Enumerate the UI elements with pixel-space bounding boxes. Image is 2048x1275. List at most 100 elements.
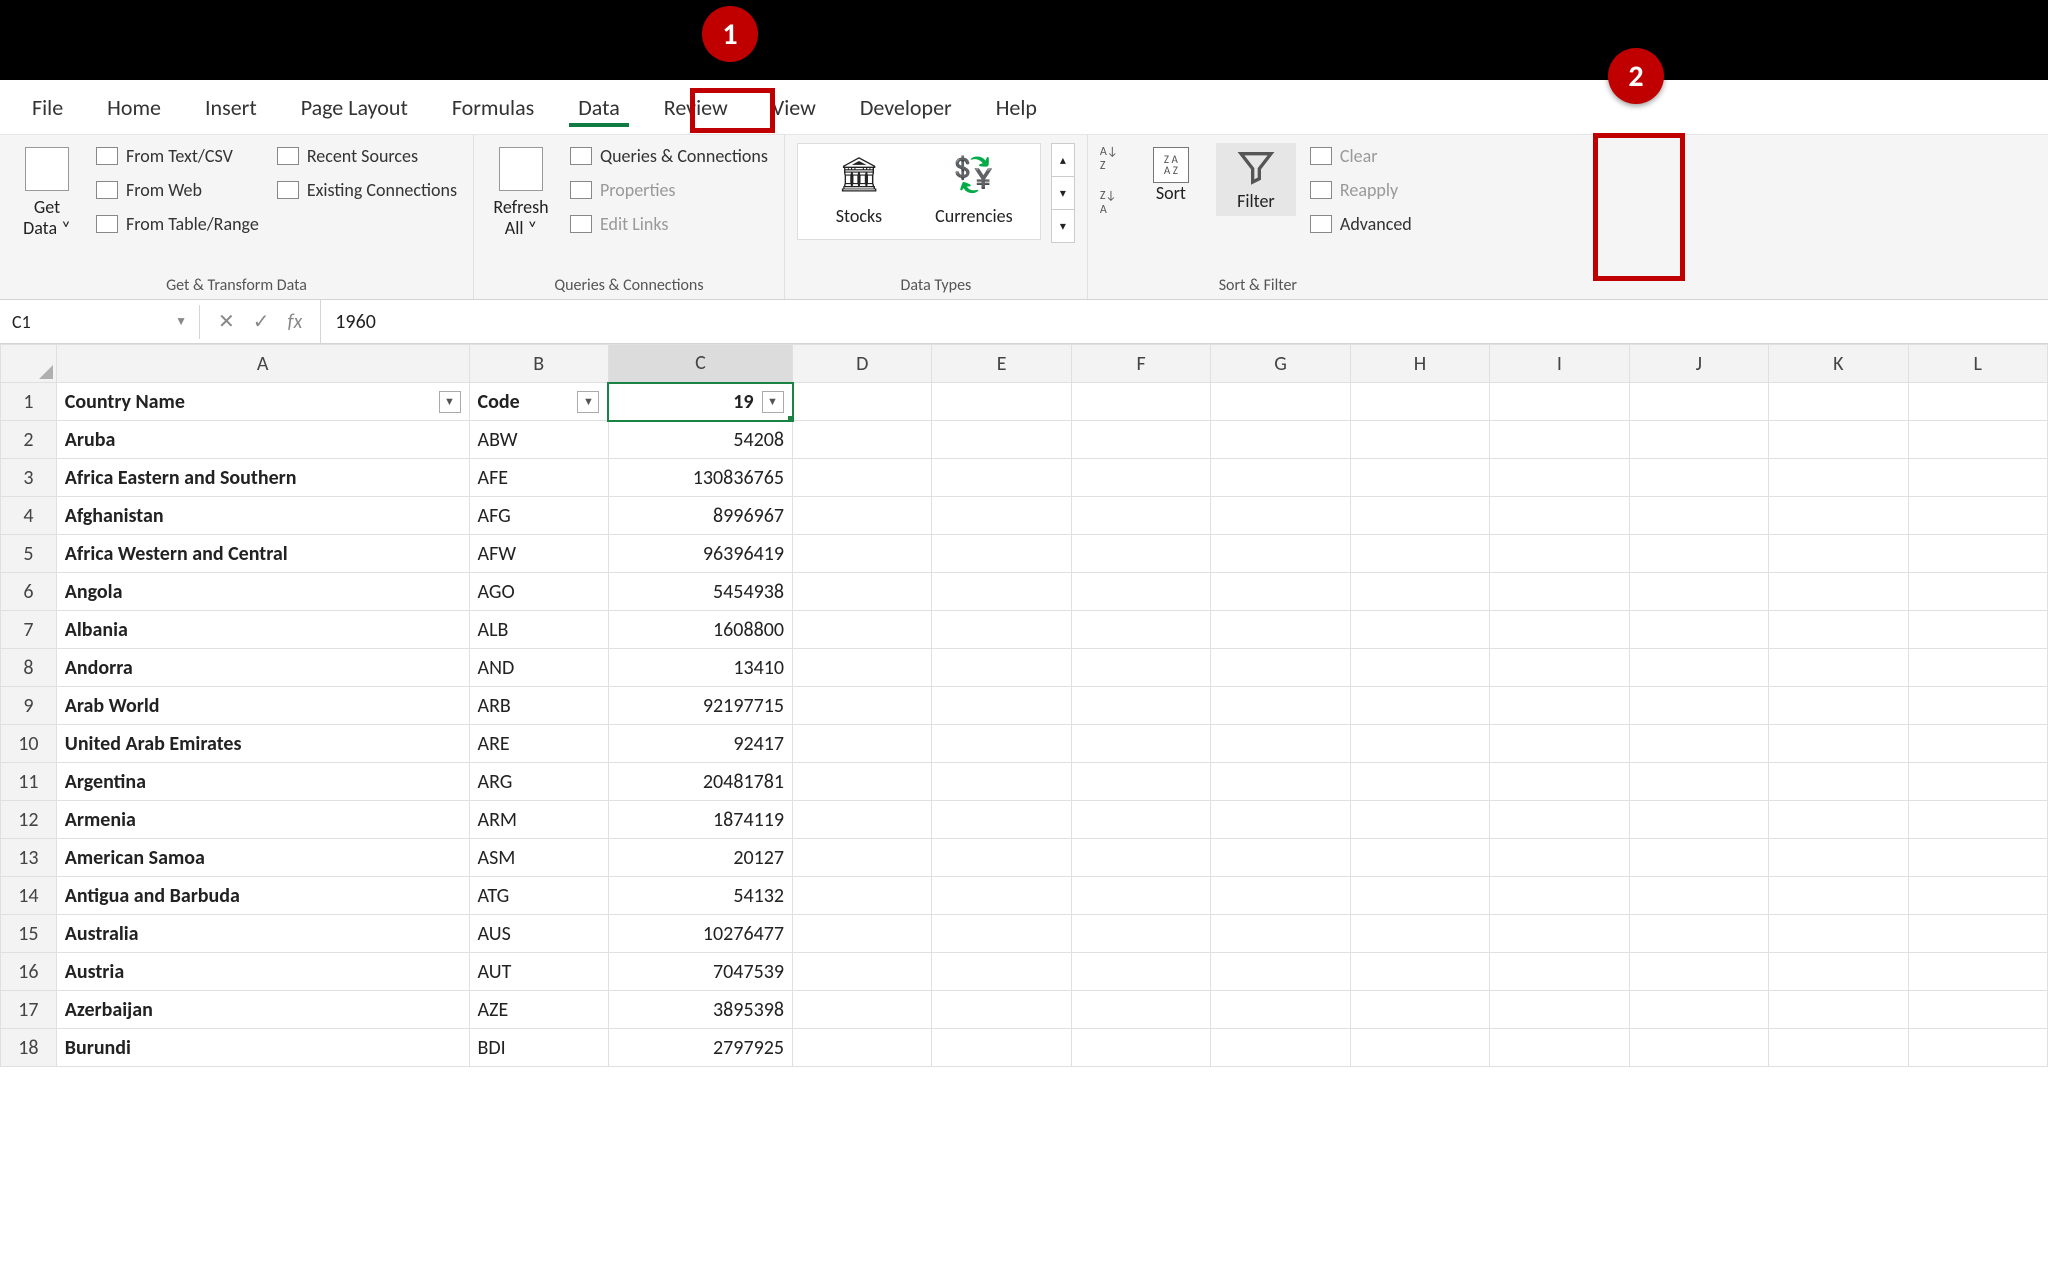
cell[interactable]: 10276477 (608, 915, 792, 953)
cell[interactable] (793, 877, 932, 915)
header-cell-country-name[interactable]: Country Name▼ (56, 383, 469, 421)
cell[interactable] (793, 725, 932, 763)
cell[interactable]: AFG (469, 497, 608, 535)
row-header[interactable]: 13 (1, 839, 57, 877)
cell[interactable] (1350, 725, 1489, 763)
cell[interactable] (932, 687, 1071, 725)
existing-connections-button[interactable]: Existing Connections (273, 177, 461, 203)
more-icon[interactable]: ▾ (1052, 210, 1074, 242)
col-header-L[interactable]: L (1908, 345, 2048, 383)
cell[interactable] (1350, 649, 1489, 687)
cell[interactable]: 5454938 (608, 573, 792, 611)
cell[interactable] (1211, 877, 1350, 915)
cell[interactable] (793, 535, 932, 573)
tab-developer[interactable]: Developer (838, 86, 974, 129)
cell[interactable]: AZE (469, 991, 608, 1029)
cell[interactable] (1071, 915, 1210, 953)
cell[interactable] (1071, 497, 1210, 535)
row-header[interactable]: 12 (1, 801, 57, 839)
cell[interactable] (1350, 1029, 1489, 1067)
cell[interactable]: Antigua and Barbuda (56, 877, 469, 915)
cell[interactable] (1769, 573, 1908, 611)
cell[interactable] (932, 877, 1071, 915)
cell[interactable] (1908, 459, 2048, 497)
row-header[interactable]: 17 (1, 991, 57, 1029)
cell[interactable]: ASM (469, 839, 608, 877)
cell[interactable]: Azerbaijan (56, 991, 469, 1029)
cell[interactable] (1071, 687, 1210, 725)
cell[interactable] (1629, 611, 1768, 649)
enter-formula-button[interactable]: ✓ (253, 309, 270, 334)
cell[interactable]: ALB (469, 611, 608, 649)
cell[interactable] (1071, 459, 1210, 497)
cell[interactable] (1629, 839, 1768, 877)
cell[interactable] (793, 497, 932, 535)
cell[interactable] (1769, 877, 1908, 915)
get-data-button[interactable]: Get Data ˅ (12, 143, 82, 242)
cell[interactable] (1350, 611, 1489, 649)
cell[interactable] (1490, 991, 1629, 1029)
row-header[interactable]: 16 (1, 953, 57, 991)
cell[interactable] (1629, 725, 1768, 763)
cell[interactable] (1769, 421, 1908, 459)
cell[interactable] (793, 763, 932, 801)
cell[interactable] (1769, 383, 1908, 421)
row-header[interactable]: 15 (1, 915, 57, 953)
data-types-scroll[interactable]: ▴ ▾ ▾ (1051, 143, 1075, 243)
from-web-button[interactable]: From Web (92, 177, 263, 203)
cell[interactable]: ARG (469, 763, 608, 801)
cell[interactable] (1490, 725, 1629, 763)
from-text-csv-button[interactable]: From Text/CSV (92, 143, 263, 169)
cell[interactable] (1490, 1029, 1629, 1067)
cell[interactable]: 54132 (608, 877, 792, 915)
col-header-E[interactable]: E (932, 345, 1071, 383)
cell[interactable] (1769, 687, 1908, 725)
insert-function-button[interactable]: fx (288, 310, 303, 334)
cell[interactable]: 2797925 (608, 1029, 792, 1067)
cell[interactable]: 92197715 (608, 687, 792, 725)
sort-asc-button[interactable]: A↓Z (1100, 149, 1126, 169)
cell[interactable] (1211, 421, 1350, 459)
cell[interactable] (1211, 763, 1350, 801)
sort-desc-button[interactable]: Z↓A (1100, 193, 1126, 213)
cell[interactable] (1211, 991, 1350, 1029)
refresh-all-button[interactable]: Refresh All ˅ (486, 143, 556, 242)
cell[interactable]: BDI (469, 1029, 608, 1067)
cell[interactable] (1908, 611, 2048, 649)
cell[interactable] (793, 839, 932, 877)
cell[interactable] (1769, 497, 1908, 535)
tab-view[interactable]: View (750, 86, 838, 129)
cell[interactable]: Argentina (56, 763, 469, 801)
cell[interactable]: 1608800 (608, 611, 792, 649)
cell[interactable]: United Arab Emirates (56, 725, 469, 763)
cell[interactable] (1908, 687, 2048, 725)
cell[interactable] (1629, 877, 1768, 915)
cell[interactable] (1071, 421, 1210, 459)
cell[interactable] (1490, 915, 1629, 953)
cell[interactable] (1769, 725, 1908, 763)
cell[interactable]: 7047539 (608, 953, 792, 991)
col-header-H[interactable]: H (1350, 345, 1489, 383)
cell[interactable] (1769, 915, 1908, 953)
cell[interactable]: 1874119 (608, 801, 792, 839)
cell[interactable] (1350, 915, 1489, 953)
cell[interactable]: AUS (469, 915, 608, 953)
row-header[interactable]: 6 (1, 573, 57, 611)
cell[interactable]: Armenia (56, 801, 469, 839)
active-cell[interactable]: 19▼ (608, 383, 792, 421)
cell[interactable] (1211, 953, 1350, 991)
cell[interactable] (1071, 763, 1210, 801)
cell[interactable] (1490, 573, 1629, 611)
tab-home[interactable]: Home (85, 86, 183, 129)
cell[interactable] (1769, 535, 1908, 573)
cell[interactable] (1908, 383, 2048, 421)
cell[interactable] (1350, 839, 1489, 877)
cell[interactable] (1211, 649, 1350, 687)
cell[interactable] (1071, 649, 1210, 687)
cell[interactable]: ARE (469, 725, 608, 763)
cell[interactable]: ATG (469, 877, 608, 915)
row-header[interactable]: 10 (1, 725, 57, 763)
cell[interactable] (1629, 915, 1768, 953)
cell[interactable] (1629, 953, 1768, 991)
cell[interactable] (1211, 915, 1350, 953)
